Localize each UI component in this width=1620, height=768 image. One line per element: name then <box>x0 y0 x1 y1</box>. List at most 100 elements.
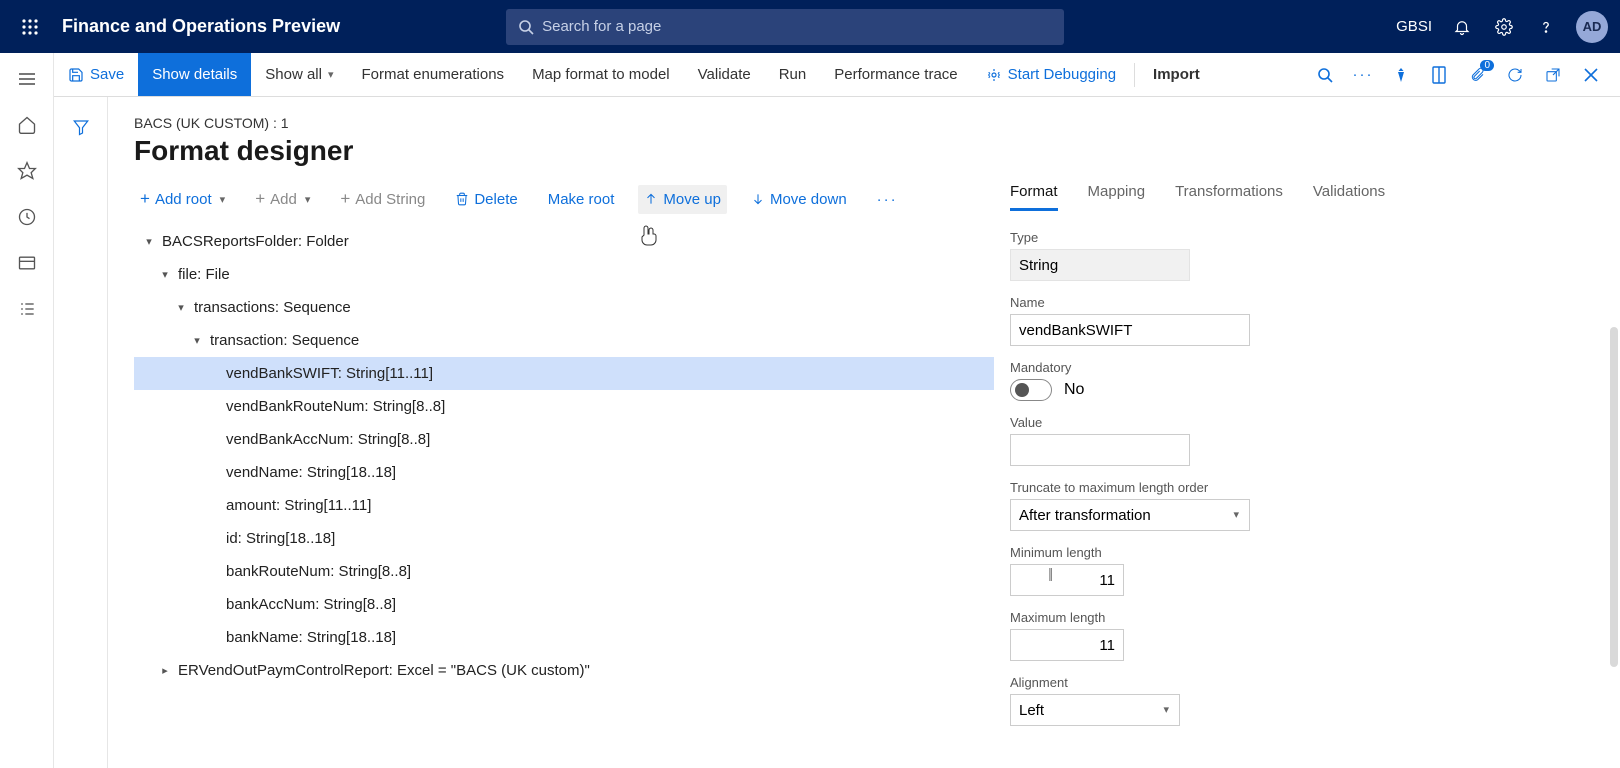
breadcrumb: BACS (UK CUSTOM) : 1 <box>134 115 994 131</box>
filter-icon[interactable] <box>69 115 93 139</box>
tree-node[interactable]: bankName: String[18..18] <box>134 621 994 654</box>
tree-node[interactable]: ▾transaction: Sequence <box>134 324 994 357</box>
diamond-icon[interactable] <box>1390 67 1412 83</box>
star-icon[interactable] <box>15 159 39 183</box>
org-label[interactable]: GBSI <box>1396 18 1432 35</box>
left-nav-rail <box>0 53 54 768</box>
validate-label: Validate <box>698 66 751 83</box>
format-enumerations-button[interactable]: Format enumerations <box>348 53 519 96</box>
scrollbar[interactable] <box>1610 327 1618 667</box>
tree-node[interactable]: ▸ERVendOutPaymControlReport: Excel = "BA… <box>134 654 994 687</box>
move-down-button[interactable]: Move down <box>745 185 853 214</box>
waffle-icon[interactable] <box>12 9 48 45</box>
global-search[interactable] <box>506 9 1064 45</box>
tree-node[interactable]: bankAccNum: String[8..8] <box>134 588 994 621</box>
run-button[interactable]: Run <box>765 53 821 96</box>
start-debug-label: Start Debugging <box>1008 66 1116 83</box>
validate-button[interactable]: Validate <box>684 53 765 96</box>
type-value: String <box>1010 249 1190 281</box>
mandatory-toggle[interactable] <box>1010 379 1052 401</box>
help-icon[interactable] <box>1534 15 1558 39</box>
tree-node[interactable]: ▾BACSReportsFolder: Folder <box>134 225 994 258</box>
tree-node[interactable]: amount: String[11..11] <box>134 489 994 522</box>
app-header: Finance and Operations Preview GBSI AD <box>0 0 1620 53</box>
tree-node-selected[interactable]: vendBankSWIFT: String[11..11] <box>134 357 994 390</box>
name-label: Name <box>1010 295 1574 310</box>
name-input[interactable]: vendBankSWIFT <box>1010 314 1250 346</box>
alignment-select[interactable]: Left <box>1010 694 1180 726</box>
splitter-handle[interactable]: || <box>1048 565 1051 581</box>
max-label: Maximum length <box>1010 610 1574 625</box>
field-value: Value <box>1010 415 1574 466</box>
more-icon[interactable]: ··· <box>1352 66 1374 83</box>
designer-more-icon[interactable]: ··· <box>871 185 904 214</box>
attachment-icon[interactable]: 0 <box>1466 66 1488 84</box>
make-root-button[interactable]: Make root <box>542 185 621 214</box>
field-type: Type String <box>1010 230 1574 281</box>
refresh-icon[interactable] <box>1504 67 1526 83</box>
tab-mapping[interactable]: Mapping <box>1088 183 1146 211</box>
perf-label: Performance trace <box>834 66 957 83</box>
tab-transformations[interactable]: Transformations <box>1175 183 1283 211</box>
tree-node[interactable]: ▾transactions: Sequence <box>134 291 994 324</box>
attachment-badge: 0 <box>1480 60 1494 71</box>
action-toolbar: Save Show details Show all▾ Format enume… <box>0 53 1620 97</box>
designer-toolbar: +Add root +Add +Add String Delete Make r… <box>134 183 994 215</box>
tab-format[interactable]: Format <box>1010 183 1058 211</box>
home-icon[interactable] <box>15 113 39 137</box>
map-label: Map format to model <box>532 66 670 83</box>
popout-icon[interactable] <box>1542 67 1564 83</box>
tree-node[interactable]: bankRouteNum: String[8..8] <box>134 555 994 588</box>
type-label: Type <box>1010 230 1574 245</box>
save-button[interactable]: Save <box>54 53 138 96</box>
performance-trace-button[interactable]: Performance trace <box>820 53 971 96</box>
add-string-button[interactable]: +Add String <box>334 183 431 215</box>
tab-validations[interactable]: Validations <box>1313 183 1385 211</box>
add-button[interactable]: +Add <box>249 183 316 215</box>
import-button[interactable]: Import <box>1139 53 1214 96</box>
page-title: Format designer <box>134 135 994 167</box>
truncate-select[interactable]: After transformation <box>1010 499 1250 531</box>
modules-icon[interactable] <box>15 297 39 321</box>
debug-icon <box>986 67 1002 83</box>
map-format-button[interactable]: Map format to model <box>518 53 684 96</box>
toolbar-divider <box>1134 63 1135 87</box>
value-input[interactable] <box>1010 434 1190 466</box>
max-input[interactable]: 11 <box>1010 629 1124 661</box>
delete-button[interactable]: Delete <box>449 185 523 214</box>
hamburger-icon[interactable] <box>15 67 39 91</box>
close-icon[interactable] <box>1580 68 1602 82</box>
show-details-button[interactable]: Show details <box>138 53 251 96</box>
field-truncate: Truncate to maximum length order After t… <box>1010 480 1574 531</box>
truncate-label: Truncate to maximum length order <box>1010 480 1574 495</box>
field-name: Name vendBankSWIFT <box>1010 295 1574 346</box>
align-label: Alignment <box>1010 675 1574 690</box>
move-up-button[interactable]: Move up <box>638 185 727 214</box>
show-all-label: Show all <box>265 66 322 83</box>
import-label: Import <box>1153 66 1200 83</box>
search-input[interactable] <box>542 18 1052 35</box>
main-area: BACS (UK CUSTOM) : 1 Format designer +Ad… <box>108 97 1620 768</box>
page-icon[interactable] <box>1428 66 1450 84</box>
tree-node[interactable]: id: String[18..18] <box>134 522 994 555</box>
gear-icon[interactable] <box>1492 15 1516 39</box>
field-mandatory: Mandatory No <box>1010 360 1574 401</box>
bell-icon[interactable] <box>1450 15 1474 39</box>
min-input[interactable]: 11 <box>1010 564 1124 596</box>
mandatory-value: No <box>1064 381 1084 399</box>
clock-icon[interactable] <box>15 205 39 229</box>
tree-node[interactable]: vendBankAccNum: String[8..8] <box>134 423 994 456</box>
start-debugging-button[interactable]: Start Debugging <box>972 53 1130 96</box>
search-toolbar-icon[interactable] <box>1314 67 1336 83</box>
show-all-button[interactable]: Show all▾ <box>251 53 347 96</box>
tree-node[interactable]: vendBankRouteNum: String[8..8] <box>134 390 994 423</box>
arrow-down-icon <box>751 192 765 206</box>
avatar[interactable]: AD <box>1576 11 1608 43</box>
add-root-button[interactable]: +Add root <box>134 183 231 215</box>
properties-tabs: Format Mapping Transformations Validatio… <box>1010 115 1574 212</box>
format-tree: ▾BACSReportsFolder: Folder ▾file: File ▾… <box>134 225 994 687</box>
tree-node[interactable]: vendName: String[18..18] <box>134 456 994 489</box>
workspace-icon[interactable] <box>15 251 39 275</box>
tree-node[interactable]: ▾file: File <box>134 258 994 291</box>
search-icon <box>518 19 534 35</box>
